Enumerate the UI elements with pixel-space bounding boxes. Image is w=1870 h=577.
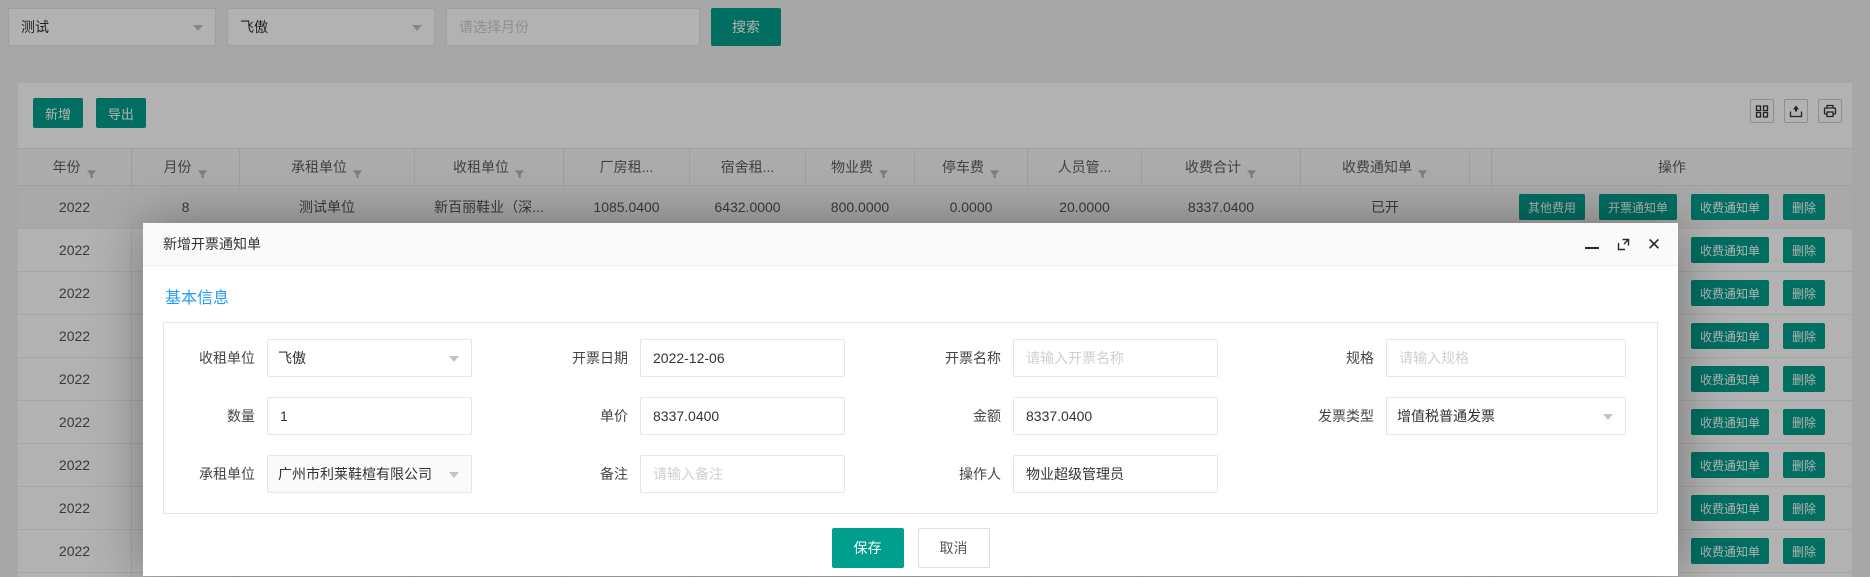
maximize-icon[interactable] xyxy=(1615,237,1631,253)
amount-input[interactable] xyxy=(1013,397,1218,435)
chevron-down-icon xyxy=(1603,414,1613,420)
modal-body: 基本信息 收租单位飞傲开票日期开票名称规格数量单价金额发票类型增值税普通发票承租… xyxy=(143,266,1678,568)
modal-title: 新增开票通知单 xyxy=(163,234,261,254)
operator-input[interactable] xyxy=(1013,455,1218,493)
invoice-type-select-field: 发票类型增值税普通发票 xyxy=(1283,397,1656,435)
quantity-input[interactable] xyxy=(267,397,472,435)
field-label: 收租单位 xyxy=(164,348,267,368)
close-icon[interactable]: ✕ xyxy=(1646,237,1662,253)
invoice-date-input-field: 开票日期 xyxy=(537,339,910,377)
basic-info-form: 收租单位飞傲开票日期开票名称规格数量单价金额发票类型增值税普通发票承租单位广州市… xyxy=(163,322,1658,514)
invoice-name-input-field: 开票名称 xyxy=(910,339,1283,377)
select-value: 飞傲 xyxy=(278,348,306,368)
add-invoice-notice-modal: 新增开票通知单 ✕ 基本信息 收租单位飞傲开票日期开票名称规格数量单价金额发票类… xyxy=(143,223,1678,576)
select-value: 增值税普通发票 xyxy=(1397,406,1495,426)
operator-input-field: 操作人 xyxy=(910,455,1283,493)
section-title-basic-info: 基本信息 xyxy=(165,284,1658,308)
field-label: 开票名称 xyxy=(910,348,1013,368)
amount-input-field: 金额 xyxy=(910,397,1283,435)
field-label: 承租单位 xyxy=(164,464,267,484)
tenant-unit-select-field: 承租单位广州市利莱鞋楦有限公司 xyxy=(164,455,537,493)
cancel-button[interactable]: 取消 xyxy=(918,528,990,568)
quantity-input-field: 数量 xyxy=(164,397,537,435)
select-value: 广州市利莱鞋楦有限公司 xyxy=(278,464,432,484)
field-label: 操作人 xyxy=(910,464,1013,484)
invoice-name-input[interactable] xyxy=(1013,339,1218,377)
field-label: 开票日期 xyxy=(537,348,640,368)
minimize-icon[interactable] xyxy=(1584,237,1600,253)
chevron-down-icon xyxy=(449,472,459,478)
tenant-unit-select[interactable]: 广州市利莱鞋楦有限公司 xyxy=(267,455,472,493)
modal-window-controls: ✕ xyxy=(1584,223,1662,266)
field-label: 单价 xyxy=(537,406,640,426)
remark-input-field: 备注 xyxy=(537,455,910,493)
unit-price-input[interactable] xyxy=(640,397,845,435)
remark-input[interactable] xyxy=(640,455,845,493)
field-label: 金额 xyxy=(910,406,1013,426)
form-row: 承租单位广州市利莱鞋楦有限公司备注操作人 xyxy=(164,455,1657,493)
rent-unit-select[interactable]: 飞傲 xyxy=(267,339,472,377)
rent-unit-select-field: 收租单位飞傲 xyxy=(164,339,537,377)
spec-input[interactable] xyxy=(1386,339,1626,377)
save-button[interactable]: 保存 xyxy=(832,528,904,568)
form-row: 数量 单价 金额 发票类型增值税普通发票 xyxy=(164,397,1657,435)
modal-titlebar[interactable]: 新增开票通知单 ✕ xyxy=(143,223,1678,266)
invoice-type-select[interactable]: 增值税普通发票 xyxy=(1386,397,1626,435)
chevron-down-icon xyxy=(449,356,459,362)
field-label: 数量 xyxy=(164,406,267,426)
spec-input-field: 规格 xyxy=(1283,339,1656,377)
form-row: 收租单位飞傲开票日期开票名称规格 xyxy=(164,339,1657,377)
field-label: 备注 xyxy=(537,464,640,484)
field-label: 规格 xyxy=(1283,348,1386,368)
modal-footer: 保存 取消 xyxy=(163,528,1658,568)
unit-price-input-field: 单价 xyxy=(537,397,910,435)
field-label: 发票类型 xyxy=(1283,406,1386,426)
invoice-date-input[interactable] xyxy=(640,339,845,377)
